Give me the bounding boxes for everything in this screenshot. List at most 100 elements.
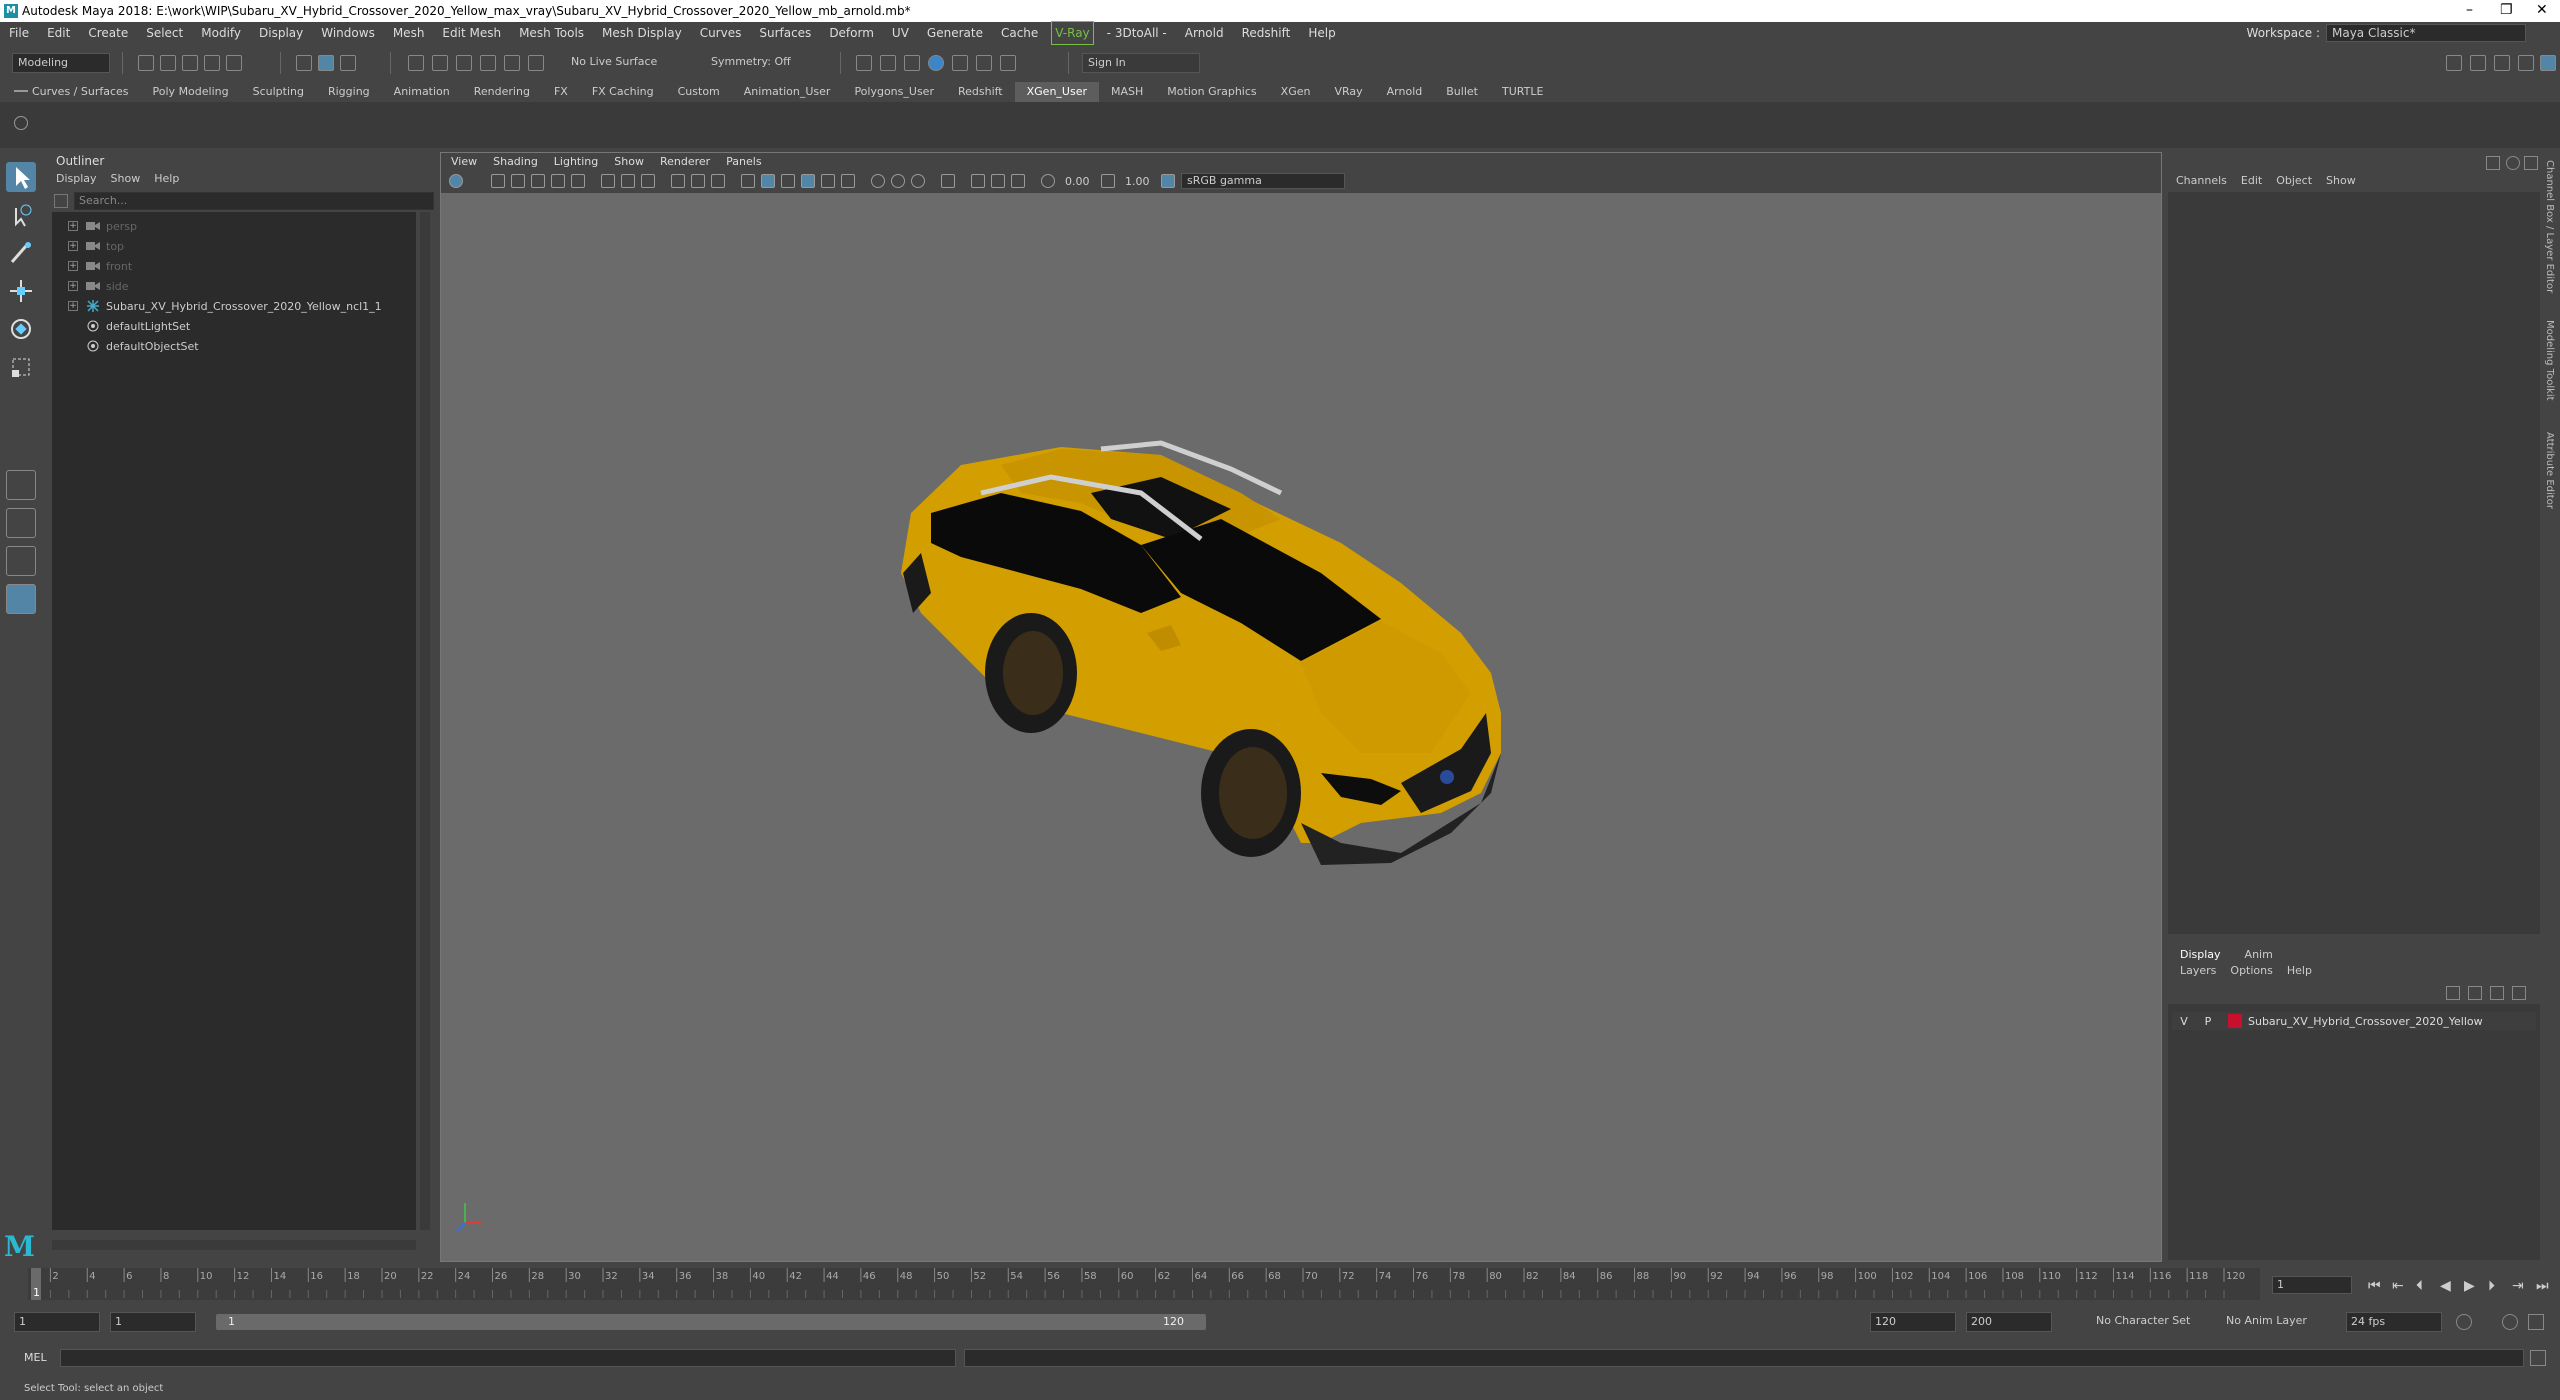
screen-space-ao-icon[interactable]	[871, 174, 885, 188]
menu-mesh-tools[interactable]: Mesh Tools	[510, 22, 593, 44]
layer-menu-options[interactable]: Options	[2230, 964, 2272, 977]
viewport-menu-lighting[interactable]: Lighting	[554, 153, 598, 171]
shelf-settings-icon[interactable]	[14, 116, 28, 130]
select-hierarchy-icon[interactable]	[296, 55, 312, 71]
expand-icon[interactable]: +	[68, 301, 78, 311]
shelf-tab-bullet[interactable]: Bullet	[1434, 82, 1490, 102]
menu-redshift[interactable]: Redshift	[1233, 22, 1300, 44]
wireframe-on-shaded-icon[interactable]	[781, 174, 795, 188]
hypershade-icon[interactable]	[952, 55, 968, 71]
2d-pan-zoom-icon[interactable]	[551, 174, 565, 188]
menu-arnold[interactable]: Arnold	[1176, 22, 1233, 44]
toggle-tool-settings-icon[interactable]	[2494, 55, 2510, 71]
menu-vray[interactable]: V-Ray	[1051, 21, 1094, 45]
use-all-lights-icon[interactable]	[821, 174, 835, 188]
outliner-vertical-scrollbar[interactable]	[420, 212, 430, 1230]
arnold-render-icon[interactable]	[976, 55, 992, 71]
exposure-icon[interactable]	[1041, 174, 1055, 188]
outliner-item[interactable]: + Subaru_XV_Hybrid_Crossover_2020_Yellow_…	[52, 296, 382, 316]
view-transform-dropdown[interactable]: sRGB gamma	[1181, 173, 1345, 189]
gamma-icon[interactable]	[1101, 174, 1115, 188]
workspace-dropdown[interactable]: Maya Classic*	[2326, 24, 2526, 42]
channel-box-options-icon[interactable]	[2486, 156, 2500, 170]
gate-mask-icon[interactable]	[671, 174, 685, 188]
layer-playback-toggle[interactable]: P	[2196, 1015, 2220, 1028]
3d-scene[interactable]: persp	[441, 193, 2161, 1294]
toggle-channel-box-icon[interactable]	[2518, 55, 2534, 71]
menu-surfaces[interactable]: Surfaces	[750, 22, 820, 44]
playback-end-field[interactable]: 120	[1870, 1312, 1956, 1332]
shelf-tab-fx[interactable]: FX	[542, 82, 580, 102]
redo-icon[interactable]	[226, 55, 242, 71]
layer-tab-anim[interactable]: Anim	[2241, 946, 2277, 963]
shelf-tab-animation-user[interactable]: Animation_User	[732, 82, 843, 102]
color-management-icon[interactable]	[1161, 174, 1175, 188]
outliner-search-icon[interactable]	[54, 194, 68, 208]
layer-menu-help[interactable]: Help	[2287, 964, 2312, 977]
outliner-search-input[interactable]: Search...	[74, 192, 434, 210]
film-gate-icon[interactable]	[621, 174, 635, 188]
minimize-button[interactable]: –	[2466, 2, 2473, 18]
go-to-start-icon[interactable]: ⏮	[2368, 1278, 2381, 1294]
move-layer-up-icon[interactable]	[2446, 986, 2460, 1000]
outliner-item[interactable]: + side	[52, 276, 129, 296]
current-frame-field[interactable]: 1	[2272, 1276, 2352, 1294]
auto-key-icon[interactable]	[2502, 1314, 2518, 1330]
select-tool-icon[interactable]	[6, 162, 36, 192]
outliner-item[interactable]: defaultLightSet	[52, 316, 190, 336]
menu-mesh-display[interactable]: Mesh Display	[593, 22, 691, 44]
character-set-dropdown[interactable]: No Character Set	[2092, 1312, 2212, 1332]
play-backwards-icon[interactable]: ◀	[2440, 1278, 2451, 1294]
shelf-tab-turtle[interactable]: TURTLE	[1490, 82, 1555, 102]
grease-pencil-icon[interactable]	[571, 174, 585, 188]
four-view-layout-icon[interactable]	[6, 508, 36, 538]
snap-curve-icon[interactable]	[432, 55, 448, 71]
field-chart-icon[interactable]	[691, 174, 705, 188]
animation-preferences-icon[interactable]	[2528, 1314, 2544, 1330]
timeline-ruler[interactable]: 1246810121416182022242628303234363840424…	[28, 1268, 2260, 1300]
snap-point-icon[interactable]	[456, 55, 472, 71]
outliner-menu-help[interactable]: Help	[154, 172, 179, 185]
menu-deform[interactable]: Deform	[820, 22, 883, 44]
channel-box-menu-edit[interactable]: Edit	[2241, 174, 2262, 187]
loop-icon[interactable]	[2456, 1314, 2472, 1330]
image-plane-icon[interactable]	[531, 174, 545, 188]
symmetry-dropdown[interactable]: Symmetry: Off	[706, 53, 806, 73]
wireframe-icon[interactable]	[741, 174, 755, 188]
shelf-tab-rigging[interactable]: Rigging	[316, 82, 382, 102]
viewport-menu-renderer[interactable]: Renderer	[660, 153, 710, 171]
viewport-menu-view[interactable]: View	[451, 153, 477, 171]
render-view-icon[interactable]	[856, 55, 872, 71]
sign-in-button[interactable]: Sign In	[1082, 53, 1200, 73]
motion-blur-icon[interactable]	[891, 174, 905, 188]
shelf-tab-animation[interactable]: Animation	[382, 82, 462, 102]
step-forward-key-icon[interactable]: ⇥	[2512, 1278, 2524, 1294]
outliner-layout-icon[interactable]	[6, 584, 36, 614]
snap-surface-icon[interactable]	[504, 55, 520, 71]
layer-color-swatch[interactable]	[2228, 1014, 2242, 1028]
layer-tab-display[interactable]: Display	[2176, 946, 2225, 963]
channel-box-menu-object[interactable]: Object	[2276, 174, 2312, 187]
side-tab-attribute-editor[interactable]: Attribute Editor	[2544, 432, 2555, 509]
shelf-tab-poly-modeling[interactable]: Poly Modeling	[141, 82, 241, 102]
shelf-tab-rendering[interactable]: Rendering	[462, 82, 542, 102]
select-object-icon[interactable]	[318, 55, 334, 71]
command-input[interactable]	[60, 1349, 956, 1367]
menu-select[interactable]: Select	[137, 22, 192, 44]
menu-modify[interactable]: Modify	[192, 22, 250, 44]
camera-attributes-icon[interactable]	[491, 174, 505, 188]
shelf-menu-icon[interactable]	[14, 90, 28, 92]
outliner-item[interactable]: + top	[52, 236, 124, 256]
playback-start-field[interactable]: 1	[110, 1312, 196, 1332]
exposure-value[interactable]: 0.00	[1065, 175, 1090, 188]
single-perspective-view-icon[interactable]	[6, 470, 36, 500]
shadows-icon[interactable]	[841, 174, 855, 188]
rotate-tool-icon[interactable]	[6, 314, 36, 344]
menu-help[interactable]: Help	[1299, 22, 1344, 44]
bookmarks-icon[interactable]	[511, 174, 525, 188]
channel-box-help-icon[interactable]	[2506, 156, 2520, 170]
menu-mesh[interactable]: Mesh	[384, 22, 434, 44]
new-empty-layer-icon[interactable]	[2490, 986, 2504, 1000]
snap-vertex-icon[interactable]	[528, 55, 544, 71]
outliner-item[interactable]: + front	[52, 256, 132, 276]
